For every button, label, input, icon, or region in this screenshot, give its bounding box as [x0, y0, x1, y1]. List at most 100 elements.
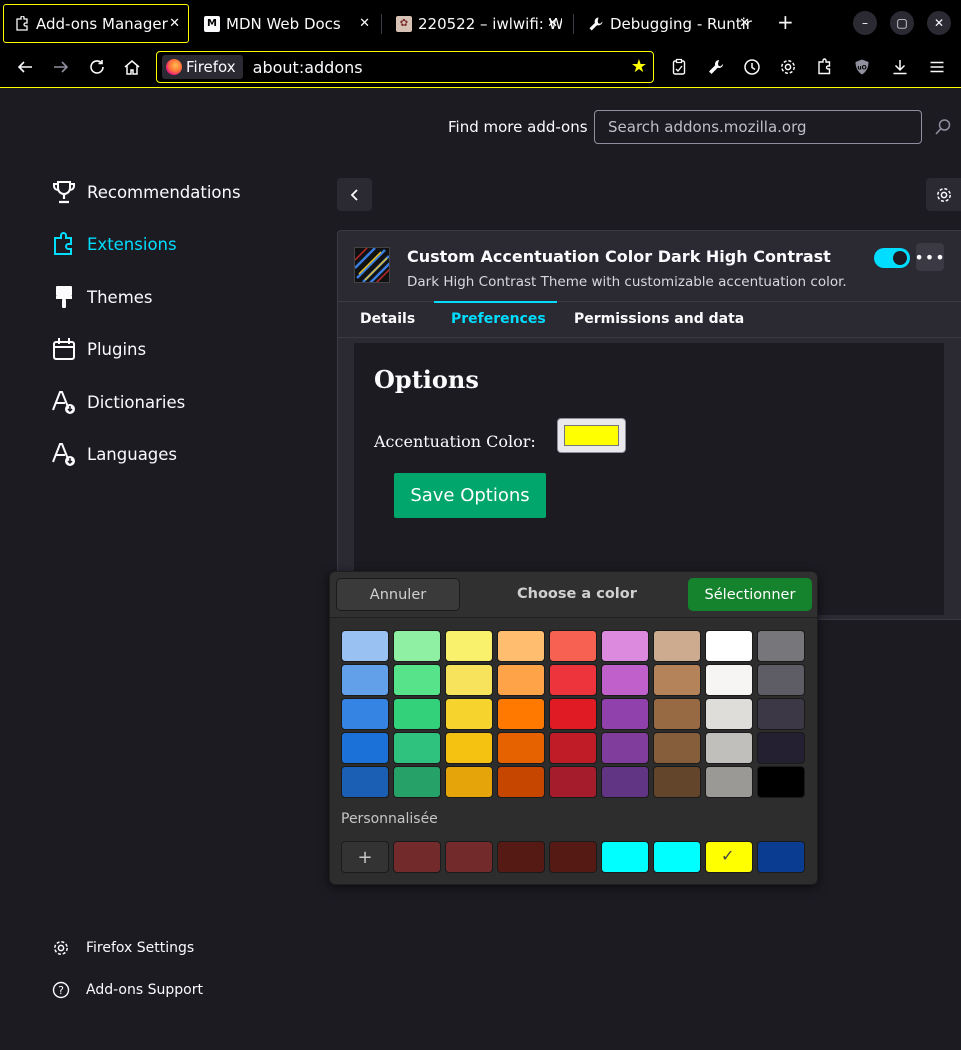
palette-swatch[interactable] [705, 766, 753, 798]
palette-swatch[interactable] [705, 630, 753, 662]
palette-swatch[interactable] [653, 664, 701, 696]
more-options-button[interactable]: ••• [914, 243, 945, 271]
palette-swatch[interactable] [497, 698, 545, 730]
close-tab-icon[interactable]: ✕ [169, 16, 180, 31]
category-languages[interactable]: Languages [50, 439, 177, 469]
save-options-button[interactable]: Save Options [394, 473, 546, 518]
url-bar[interactable]: Firefox about:addons ★ [156, 51, 654, 83]
palette-swatch[interactable] [341, 630, 389, 662]
palette-swatch[interactable] [601, 732, 649, 764]
close-window-button[interactable]: ✕ [927, 11, 951, 35]
palette-swatch[interactable] [653, 698, 701, 730]
tab-permissions[interactable]: Permissions and data [574, 311, 744, 327]
tab-debugging[interactable]: Debugging - Runtir ✕ [578, 4, 762, 43]
palette-swatch[interactable] [549, 732, 597, 764]
palette-swatch[interactable] [757, 732, 805, 764]
firefox-settings-link[interactable]: Firefox Settings [52, 939, 194, 957]
palette-swatch[interactable] [393, 698, 441, 730]
search-icon[interactable] [934, 118, 952, 136]
settings-gear-icon[interactable] [777, 56, 799, 78]
search-addons-input[interactable] [594, 110, 922, 144]
palette-swatch[interactable] [757, 766, 805, 798]
new-tab-button[interactable]: + [777, 12, 794, 32]
tab-details[interactable]: Details [360, 311, 415, 327]
enable-toggle[interactable] [874, 248, 910, 268]
palette-swatch[interactable] [341, 766, 389, 798]
palette-swatch[interactable] [653, 766, 701, 798]
tab-preferences[interactable]: Preferences [451, 311, 546, 327]
palette-swatch[interactable] [653, 630, 701, 662]
maximize-button[interactable]: ▢ [890, 11, 914, 35]
add-custom-color-button[interactable]: + [341, 841, 389, 873]
palette-swatch[interactable] [549, 698, 597, 730]
category-themes[interactable]: Themes [50, 282, 153, 312]
accentuation-color-input[interactable] [557, 418, 626, 453]
wrench-icon[interactable] [705, 56, 727, 78]
palette-swatch[interactable] [705, 732, 753, 764]
category-dictionaries[interactable]: Dictionaries [50, 387, 185, 417]
palette-swatch[interactable] [757, 664, 805, 696]
palette-swatch[interactable] [393, 732, 441, 764]
custom-color-swatch[interactable] [497, 841, 545, 873]
palette-swatch[interactable] [445, 732, 493, 764]
palette-swatch[interactable] [549, 630, 597, 662]
palette-swatch[interactable] [445, 630, 493, 662]
category-plugins[interactable]: Plugins [50, 334, 146, 364]
palette-swatch[interactable] [497, 732, 545, 764]
palette-swatch[interactable] [757, 698, 805, 730]
palette-swatch[interactable] [549, 766, 597, 798]
downloads-icon[interactable] [889, 56, 911, 78]
palette-swatch[interactable] [757, 630, 805, 662]
minimize-button[interactable]: – [853, 11, 877, 35]
custom-color-swatch[interactable] [757, 841, 805, 873]
palette-swatch[interactable] [341, 664, 389, 696]
history-clock-icon[interactable] [741, 56, 763, 78]
close-tab-icon[interactable]: ✕ [739, 16, 750, 31]
category-recommendations[interactable]: Recommendations [50, 177, 241, 207]
palette-swatch[interactable] [393, 664, 441, 696]
menu-hamburger-icon[interactable] [926, 56, 948, 78]
extensions-icon[interactable] [814, 56, 836, 78]
tab-mdn[interactable]: M MDN Web Docs ✕ [194, 4, 378, 43]
cancel-button[interactable]: Annuler [336, 578, 460, 611]
palette-swatch[interactable] [705, 698, 753, 730]
select-button[interactable]: Sélectionner [688, 578, 812, 611]
palette-swatch[interactable] [393, 630, 441, 662]
addon-tools-button[interactable] [926, 178, 961, 211]
close-tab-icon[interactable]: ✕ [547, 16, 558, 31]
tab-addons-manager[interactable]: Add-ons Manager ✕ [3, 4, 189, 43]
palette-swatch[interactable] [549, 664, 597, 696]
palette-swatch[interactable] [497, 664, 545, 696]
palette-swatch[interactable] [497, 766, 545, 798]
palette-swatch[interactable] [341, 698, 389, 730]
palette-swatch[interactable] [341, 732, 389, 764]
custom-color-swatch[interactable] [653, 841, 701, 873]
custom-color-swatch[interactable] [445, 841, 493, 873]
palette-swatch[interactable] [705, 664, 753, 696]
back-button[interactable] [337, 178, 372, 211]
identity-box[interactable]: Firefox [162, 55, 243, 79]
addons-support-link[interactable]: ? Add-ons Support [52, 981, 203, 999]
bookmark-star-icon[interactable]: ★ [631, 56, 647, 77]
palette-swatch[interactable] [601, 630, 649, 662]
url-text[interactable]: about:addons [253, 58, 363, 77]
palette-swatch[interactable] [393, 766, 441, 798]
reload-icon[interactable] [86, 56, 108, 78]
tab-bugzilla[interactable]: ✿ 220522 – iwlwifi: W ✕ [386, 4, 570, 43]
palette-swatch[interactable] [653, 732, 701, 764]
palette-swatch[interactable] [601, 698, 649, 730]
home-icon[interactable] [121, 56, 143, 78]
palette-swatch[interactable] [601, 664, 649, 696]
palette-swatch[interactable] [445, 766, 493, 798]
forward-arrow-icon[interactable] [50, 56, 72, 78]
custom-color-swatch[interactable]: ✓ [705, 841, 753, 873]
palette-swatch[interactable] [601, 766, 649, 798]
back-arrow-icon[interactable] [14, 56, 36, 78]
close-tab-icon[interactable]: ✕ [359, 16, 370, 31]
ublock-icon[interactable]: uO [851, 56, 873, 78]
custom-color-swatch[interactable] [601, 841, 649, 873]
palette-swatch[interactable] [497, 630, 545, 662]
category-extensions[interactable]: Extensions [50, 229, 177, 259]
custom-color-swatch[interactable] [549, 841, 597, 873]
palette-swatch[interactable] [445, 664, 493, 696]
